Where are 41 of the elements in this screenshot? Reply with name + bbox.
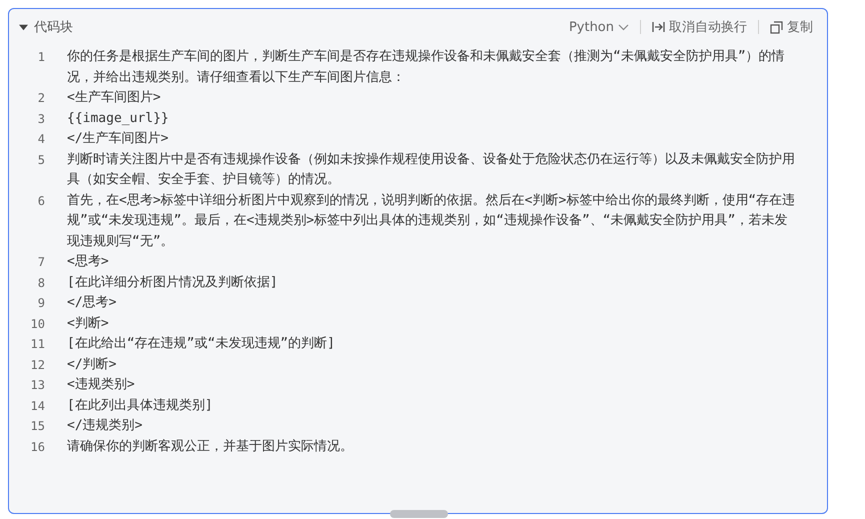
code-line: </思考> xyxy=(66,294,118,312)
code-line: 首先，在<思考>标签中详细分析图片中观察到的情况，说明判断的依据。然后在<判断>标签中给出你的最终判断，使用“存在违规”或“未发现违规”。最后，在<违规类别>标签中列出具体的违规类别，如“违规操作设备”、“未佩戴安全防护用具”，若未发现违规则写“无”。 xyxy=(66,192,796,250)
code-line: [在此详细分析图片情况及判断依据] xyxy=(66,274,279,292)
caret-icon xyxy=(19,22,28,32)
wrap-icon xyxy=(652,21,665,33)
copy-icon xyxy=(770,20,783,34)
code-line: </违规类别> xyxy=(66,417,144,435)
code-line: 判断时请关注图片中是否有违规操作设备（例如未按操作规程使用设备、设备处于危险状态仍在运行等）以及未佩戴安全防护用具（如安全帽、安全手套、护目镜等）的情况。 xyxy=(66,150,796,189)
line-number: 7 xyxy=(36,254,46,271)
copy-button[interactable]: 复制 xyxy=(768,18,815,36)
line-number: 14 xyxy=(30,398,46,414)
code-line: <判断> xyxy=(66,314,110,332)
code-line: <违规类别> xyxy=(66,376,136,394)
line-number: 13 xyxy=(30,377,46,394)
line-number: 1 xyxy=(36,49,46,66)
language-select[interactable]: Python xyxy=(566,20,631,34)
code-line: [在此列出具体违规类别] xyxy=(66,396,214,414)
code-line: </生产车间图片> xyxy=(66,130,170,148)
line-number: 12 xyxy=(30,356,46,374)
line-number: 10 xyxy=(30,316,46,332)
line-number: 2 xyxy=(36,90,46,107)
code-line: <思考> xyxy=(66,253,110,271)
line-number: 5 xyxy=(36,152,46,168)
line-number: 15 xyxy=(30,418,46,435)
code-line: <生产车间图片> xyxy=(66,89,162,107)
wrap-toggle-button[interactable]: 取消自动换行 xyxy=(650,18,749,36)
code-block-toggle[interactable]: 代码块 xyxy=(19,18,73,36)
scrollbar-thumb[interactable] xyxy=(390,510,448,518)
line-number: 9 xyxy=(36,295,46,312)
code-line: 你的任务是根据生产车间的图片，判断生产车间是否存在违规操作设备和未佩戴安全套（推测为“未佩戴安全防护用具”）的情况，并给出违规类别。请仔细查看以下生产车间图片信息： xyxy=(66,48,786,86)
line-number: 4 xyxy=(36,131,46,148)
chevron-down-icon xyxy=(618,24,629,30)
line-number: 6 xyxy=(36,192,46,210)
code-line: 请确保你的判断客观公正，并基于图片实际情况。 xyxy=(66,438,354,456)
line-number: 16 xyxy=(30,438,46,456)
code-line: </判断> xyxy=(66,356,118,374)
code-line: {{image_url}} xyxy=(66,110,170,128)
line-number: 3 xyxy=(36,110,46,128)
line-number: 8 xyxy=(36,274,46,292)
line-number: 11 xyxy=(30,336,46,353)
code-line: [在此给出“存在违规”或“未发现违规”的判断] xyxy=(66,335,336,353)
